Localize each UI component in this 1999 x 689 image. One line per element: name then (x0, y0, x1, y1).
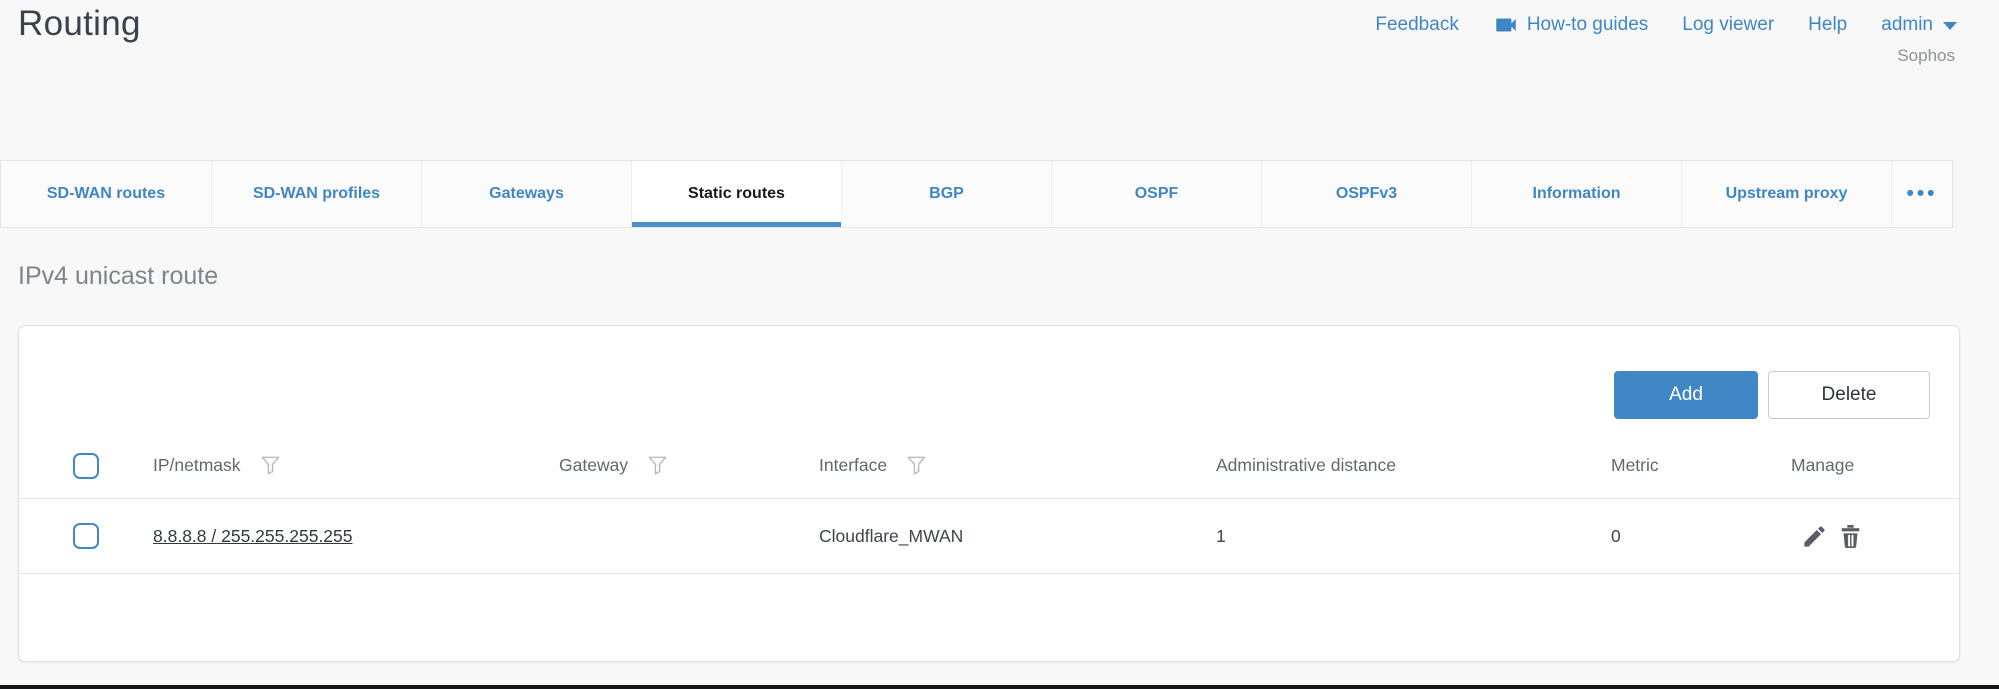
filter-icon[interactable] (259, 454, 282, 477)
user-label: admin (1881, 14, 1933, 36)
tab-bgp[interactable]: BGP (841, 161, 1051, 227)
col-admin-distance: Administrative distance (1216, 455, 1396, 476)
tabs-more-button[interactable]: ••• (1891, 161, 1952, 227)
col-manage: Manage (1791, 455, 1854, 476)
add-button[interactable]: Add (1614, 371, 1758, 419)
routes-table: IP/netmask Gateway Interface Administrat… (19, 433, 1959, 574)
col-ip-netmask: IP/netmask (153, 455, 241, 476)
page-title: Routing (18, 4, 141, 44)
howto-guides-label: How-to guides (1527, 14, 1648, 36)
log-viewer-link[interactable]: Log viewer (1682, 14, 1774, 36)
filter-icon[interactable] (646, 454, 669, 477)
tab-sdwan-routes[interactable]: SD-WAN routes (1, 161, 211, 227)
filter-icon[interactable] (905, 454, 928, 477)
toolbar: Add Delete (1614, 371, 1930, 419)
log-viewer-label: Log viewer (1682, 14, 1774, 36)
route-interface-value: Cloudflare_MWAN (819, 526, 1216, 547)
feedback-label: Feedback (1375, 14, 1458, 36)
tab-sdwan-profiles[interactable]: SD-WAN profiles (211, 161, 421, 227)
row-checkbox[interactable] (73, 523, 99, 549)
route-metric-value: 0 (1611, 526, 1791, 547)
howto-guides-link[interactable]: How-to guides (1493, 12, 1648, 38)
col-gateway: Gateway (559, 455, 628, 476)
tab-upstream-proxy[interactable]: Upstream proxy (1681, 161, 1891, 227)
feedback-link[interactable]: Feedback (1375, 14, 1458, 36)
route-ip-link[interactable]: 8.8.8.8 / 255.255.255.255 (153, 526, 352, 546)
select-all-checkbox[interactable] (73, 453, 99, 479)
col-metric: Metric (1611, 455, 1659, 476)
brand-label: Sophos (1897, 46, 1955, 66)
tab-ospfv3[interactable]: OSPFv3 (1261, 161, 1471, 227)
edit-icon[interactable] (1801, 523, 1828, 550)
help-link[interactable]: Help (1808, 14, 1847, 36)
tab-information[interactable]: Information (1471, 161, 1681, 227)
routing-tabbar: SD-WAN routes SD-WAN profiles Gateways S… (0, 160, 1953, 228)
route-admin-distance-value: 1 (1216, 526, 1611, 547)
help-label: Help (1808, 14, 1847, 36)
top-nav: Feedback How-to guides Log viewer Help a… (1375, 12, 1957, 38)
table-row: 8.8.8.8 / 255.255.255.255 Cloudflare_MWA… (19, 498, 1959, 574)
user-menu[interactable]: admin (1881, 14, 1957, 36)
window-bottom-edge (0, 685, 1999, 689)
delete-button[interactable]: Delete (1768, 371, 1930, 419)
videocam-icon (1493, 12, 1519, 38)
section-heading: IPv4 unicast route (18, 262, 218, 291)
trash-icon[interactable] (1837, 523, 1864, 550)
col-interface: Interface (819, 455, 887, 476)
chevron-down-icon (1943, 22, 1957, 30)
tab-static-routes[interactable]: Static routes (631, 161, 841, 227)
tab-gateways[interactable]: Gateways (421, 161, 631, 227)
tab-ospf[interactable]: OSPF (1051, 161, 1261, 227)
table-header-row: IP/netmask Gateway Interface Administrat… (19, 433, 1959, 498)
static-routes-panel: Add Delete IP/netmask Gateway Interface (18, 325, 1960, 662)
